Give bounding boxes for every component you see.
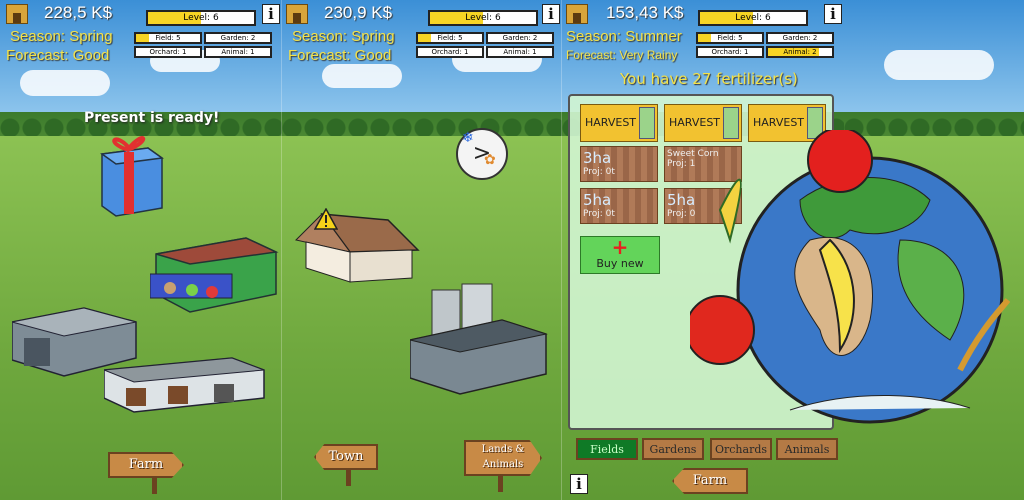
animal-stat: Animal: 1 bbox=[486, 46, 554, 58]
season-label: Season: Spring bbox=[292, 28, 395, 45]
cloud bbox=[322, 64, 402, 88]
tab-orchards[interactable]: Orchards bbox=[710, 438, 772, 460]
level-bar: Level: 6 bbox=[146, 10, 256, 26]
info-button[interactable]: i bbox=[824, 4, 842, 24]
money-display: 153,43 K$ bbox=[606, 3, 684, 22]
cloud bbox=[884, 50, 994, 80]
orchard-stat: Orchard: 1 bbox=[696, 46, 764, 58]
garden-stat: Garden: 2 bbox=[204, 32, 272, 44]
sign-post bbox=[152, 476, 157, 494]
home-icon[interactable] bbox=[6, 4, 28, 24]
house-icon[interactable] bbox=[292, 206, 420, 286]
town-sign[interactable]: Town bbox=[314, 444, 378, 470]
sign-post bbox=[346, 468, 351, 486]
forecast-label: Forecast: Very Rainy bbox=[566, 48, 678, 62]
field-stat: Field: 5 bbox=[416, 32, 484, 44]
field-stat: Field: 5 bbox=[134, 32, 202, 44]
map-screen: 230,9 K$ Season: Spring Forecast: Good L… bbox=[282, 0, 562, 500]
lands-animals-sign[interactable]: Lands & Animals bbox=[464, 440, 542, 476]
info-button[interactable]: i bbox=[570, 474, 588, 494]
barn-icon[interactable] bbox=[150, 234, 280, 316]
silo-barn-icon[interactable] bbox=[410, 282, 550, 398]
farm-sign[interactable]: Farm bbox=[108, 452, 184, 478]
crop-thumbnail bbox=[639, 107, 655, 139]
forecast-label: Forecast: Good bbox=[6, 47, 110, 64]
farm-sign[interactable]: Farm bbox=[672, 468, 748, 494]
animal-barn-icon[interactable] bbox=[104, 356, 266, 414]
garden-stat: Garden: 2 bbox=[766, 32, 834, 44]
orchard-stat: Orchard: 1 bbox=[416, 46, 484, 58]
snowflake-icon: ❄ bbox=[462, 130, 474, 146]
field-tile[interactable]: 3ha Proj: 0t bbox=[580, 146, 658, 182]
season-label: Season: Spring bbox=[10, 28, 113, 45]
tab-gardens[interactable]: Gardens bbox=[642, 438, 704, 460]
cloud bbox=[20, 70, 110, 96]
forecast-label: Forecast: Good bbox=[288, 47, 392, 64]
info-button[interactable]: i bbox=[262, 4, 280, 24]
money-display: 228,5 K$ bbox=[44, 3, 113, 22]
tab-fields[interactable]: Fields bbox=[576, 438, 638, 460]
harvest-button[interactable]: HARVEST bbox=[580, 104, 658, 142]
buy-new-button[interactable]: + Buy new bbox=[580, 236, 660, 274]
corn-icon bbox=[718, 178, 742, 244]
game-screens: 228,5 K$ Season: Spring Forecast: Good L… bbox=[0, 0, 1024, 500]
plus-icon: + bbox=[611, 235, 629, 259]
farm-screen: 228,5 K$ Season: Spring Forecast: Good L… bbox=[0, 0, 282, 500]
garden-stat: Garden: 2 bbox=[486, 32, 554, 44]
tomato-icon bbox=[690, 295, 755, 365]
globe-icon bbox=[690, 130, 1010, 424]
sign-post bbox=[498, 474, 503, 492]
info-button[interactable]: i bbox=[542, 4, 560, 24]
present-ready-label: Present is ready! bbox=[84, 110, 220, 126]
orchard-stat: Orchard: 1 bbox=[134, 46, 202, 58]
animal-stat: Animal: 2 bbox=[766, 46, 834, 58]
level-bar: Level: 6 bbox=[698, 10, 808, 26]
animal-stat: Animal: 1 bbox=[204, 46, 272, 58]
tab-animals[interactable]: Animals bbox=[776, 438, 838, 460]
home-icon[interactable] bbox=[286, 4, 308, 24]
apple-icon bbox=[807, 130, 873, 193]
level-bar: Level: 6 bbox=[428, 10, 538, 26]
season-label: Season: Summer bbox=[566, 28, 682, 45]
sun-icon: ✿ bbox=[484, 152, 496, 168]
field-tile[interactable]: 5ha Proj: 0t bbox=[580, 188, 658, 224]
money-display: 230,9 K$ bbox=[324, 3, 393, 22]
warning-icon[interactable] bbox=[314, 208, 338, 230]
field-stat: Field: 5 bbox=[696, 32, 764, 44]
gift-icon[interactable] bbox=[96, 128, 168, 220]
fertilizer-count: You have 27 fertilizer(s) bbox=[620, 70, 798, 88]
home-icon[interactable] bbox=[566, 4, 588, 24]
